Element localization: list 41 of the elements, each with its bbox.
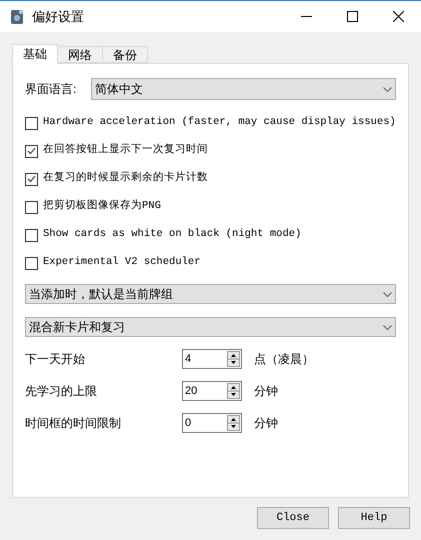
maximize-icon	[346, 11, 358, 22]
checkbox[interactable]	[25, 228, 38, 242]
minimize-icon	[300, 16, 312, 17]
checkbox-label: Experimental V2 scheduler	[43, 255, 201, 270]
checkbox[interactable]	[25, 200, 38, 214]
dropdown[interactable]: 当添加时，默认是当前牌组	[25, 284, 396, 304]
language-label: 界面语言:	[25, 81, 78, 98]
chevron-down-icon	[383, 292, 392, 296]
window-title: 偏好设置	[32, 8, 84, 26]
spinner-label: 先学习的上限	[25, 383, 98, 400]
spinner-label: 下一天开始	[25, 351, 86, 368]
unit-label: 分钟	[254, 415, 278, 432]
dropdown[interactable]: 混合新卡片和复习	[25, 317, 396, 337]
checkbox[interactable]	[25, 116, 38, 130]
number-field[interactable]: 0	[182, 413, 242, 433]
spinner-label: 时间框的时间限制	[25, 415, 122, 432]
spin-arrows-icon	[227, 351, 240, 367]
unit-label: 分钟	[254, 383, 278, 400]
chevron-down-icon	[383, 324, 392, 330]
checkbox-label: 在回答按钮上显示下一次复习时间	[43, 143, 208, 158]
checkbox-label: Show cards as white on black (night mode)	[43, 227, 302, 242]
checkbox-label: Hardware acceleration (faster, may cause display issues)	[43, 115, 396, 130]
number-field[interactable]: 20	[182, 381, 242, 401]
close-icon	[392, 11, 404, 22]
number-field[interactable]: 4	[182, 349, 242, 369]
language-select[interactable]: 简体中文	[91, 78, 396, 100]
spin-arrows-icon	[227, 383, 240, 399]
dialog-button[interactable]: Close	[257, 507, 329, 529]
chevron-down-icon	[383, 86, 392, 92]
tab[interactable]: 备份	[103, 46, 148, 63]
dialog-button[interactable]: Help	[338, 507, 410, 529]
tab[interactable]: 基础	[12, 44, 58, 64]
unit-label: 点（凌晨）	[254, 351, 314, 368]
checkbox[interactable]	[25, 256, 38, 270]
checkbox[interactable]	[25, 172, 38, 186]
checkbox-label: 把剪切板图像保存为PNG	[43, 199, 161, 214]
checkbox-label: 在复习的时候显示剩余的卡片计数	[43, 171, 208, 186]
tab[interactable]: 网络	[58, 46, 103, 63]
spin-arrows-icon	[227, 415, 240, 431]
checkbox[interactable]	[25, 144, 38, 158]
app-icon	[10, 8, 24, 24]
